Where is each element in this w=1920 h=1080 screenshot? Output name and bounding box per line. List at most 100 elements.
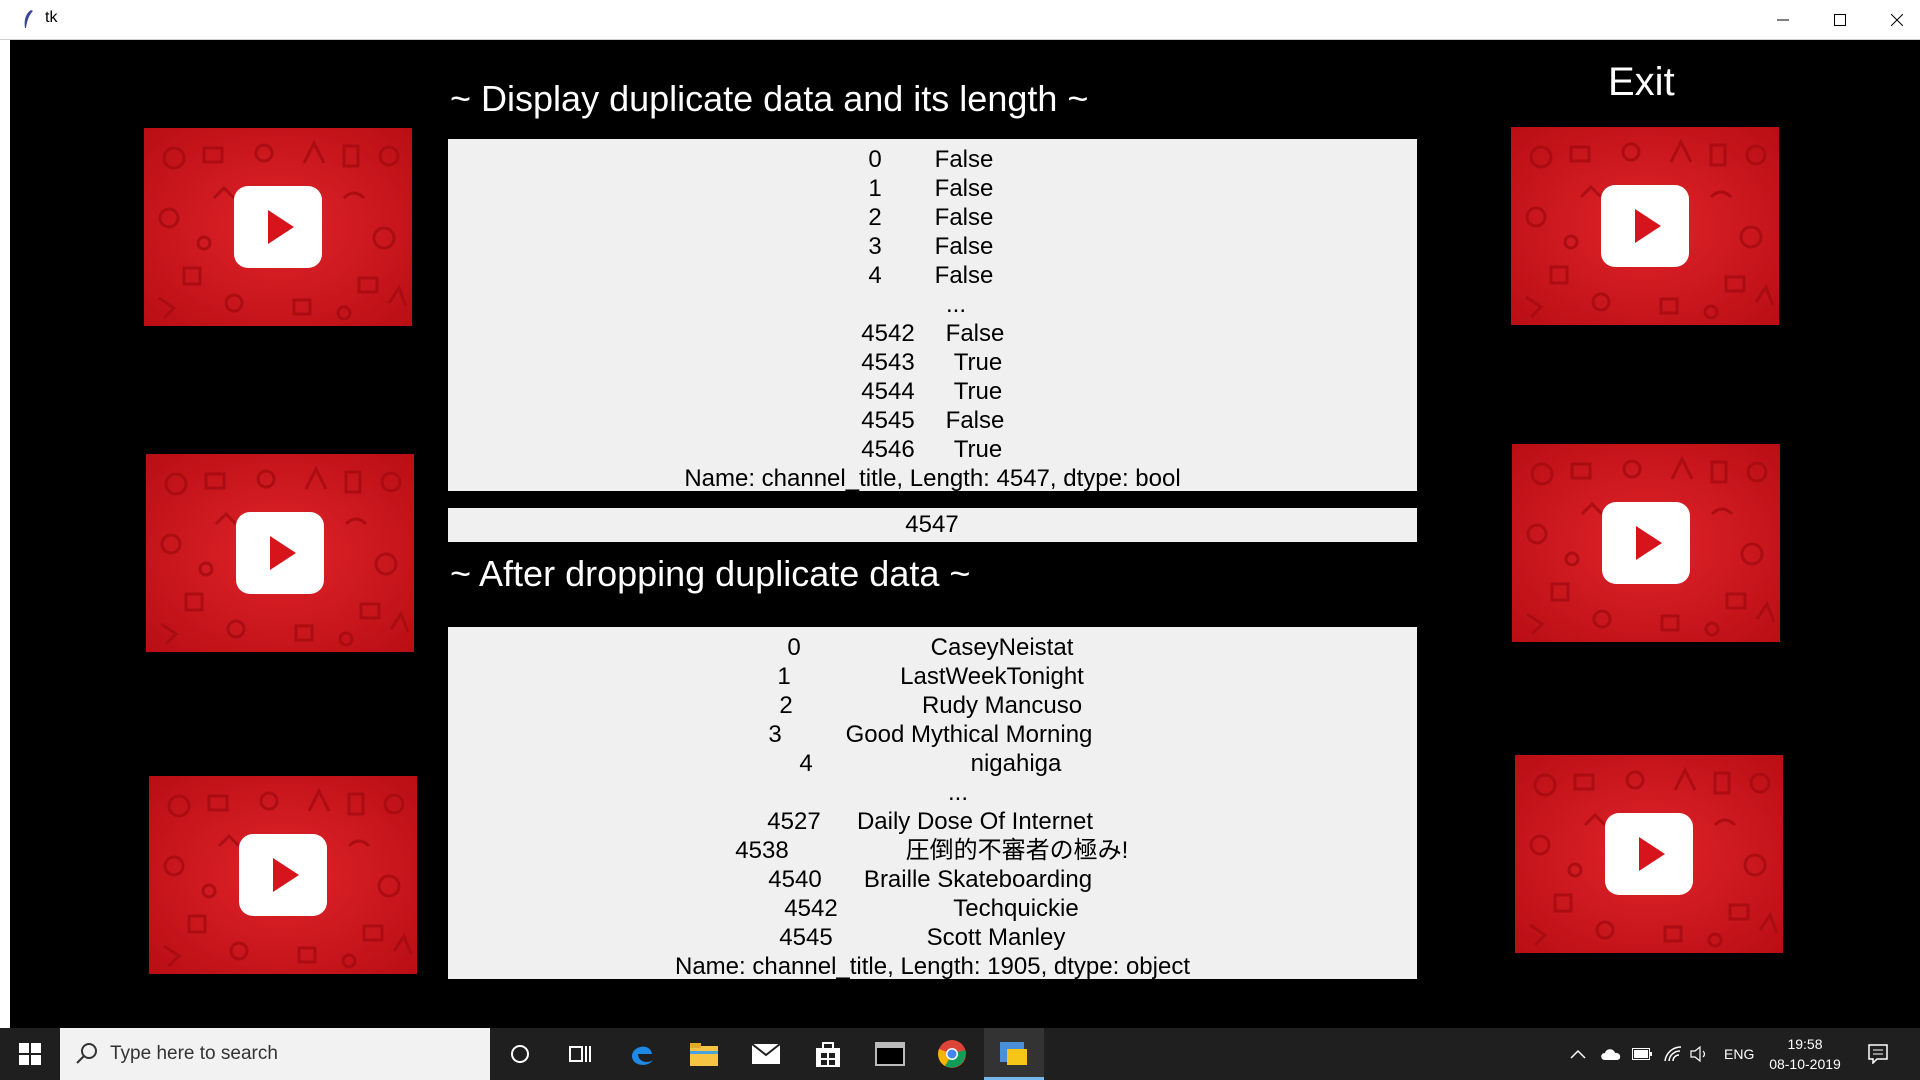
taskbar-search-box[interactable]: Type here to search bbox=[60, 1028, 490, 1080]
title-bar[interactable]: tk bbox=[0, 0, 1920, 40]
store-button[interactable] bbox=[798, 1028, 858, 1080]
youtube-thumbnail bbox=[149, 776, 417, 974]
series-footer: Name: channel_title, Length: 1905, dtype… bbox=[674, 953, 1190, 980]
row-value: CaseyNeistat bbox=[930, 634, 1074, 661]
row-index: 4542 bbox=[861, 320, 915, 347]
task-view-button[interactable] bbox=[550, 1028, 610, 1080]
table-row: 2 False bbox=[448, 203, 1417, 232]
row-value: ... bbox=[945, 291, 967, 318]
row-index: 4545 bbox=[861, 407, 915, 434]
file-explorer-button[interactable] bbox=[674, 1028, 734, 1080]
edge-button[interactable] bbox=[612, 1028, 672, 1080]
dropped-heading: ~ After dropping duplicate data ~ bbox=[450, 553, 971, 594]
clock-time: 19:58 bbox=[1787, 1036, 1823, 1052]
window-title: tk bbox=[45, 9, 58, 26]
onedrive-tray[interactable] bbox=[1600, 1028, 1622, 1080]
row-value: ... bbox=[947, 779, 969, 806]
duplicate-heading: ~ Display duplicate data and its length … bbox=[450, 78, 1089, 119]
youtube-thumbnail bbox=[1511, 127, 1779, 325]
wifi-icon bbox=[1664, 1046, 1682, 1062]
mail-icon bbox=[751, 1043, 781, 1064]
row-index: 1 bbox=[777, 663, 791, 690]
play-icon bbox=[1515, 755, 1783, 953]
cortana-button[interactable] bbox=[490, 1028, 550, 1080]
chevron-up-icon bbox=[1570, 1049, 1586, 1059]
row-index: 3 bbox=[868, 233, 882, 260]
table-row: 4544 True bbox=[448, 377, 1417, 406]
action-center-button[interactable] bbox=[1868, 1028, 1888, 1080]
start-button[interactable] bbox=[0, 1028, 60, 1080]
table-row: 4542 Techquickie bbox=[448, 894, 1417, 923]
close-button[interactable] bbox=[1868, 0, 1920, 39]
python-icon bbox=[1000, 1041, 1027, 1065]
table-row: 4538 圧倒的不審者の極み! bbox=[448, 836, 1417, 865]
table-row: 1 False bbox=[448, 174, 1417, 203]
row-value: False bbox=[934, 262, 994, 289]
table-row: 0 False bbox=[448, 145, 1417, 174]
row-value: True bbox=[953, 436, 1003, 463]
clock-date: 08-10-2019 bbox=[1769, 1056, 1841, 1072]
row-index: 4540 bbox=[768, 866, 822, 893]
youtube-thumbnail bbox=[1512, 444, 1780, 642]
cloud-icon bbox=[1601, 1049, 1621, 1060]
battery-icon bbox=[1632, 1048, 1652, 1060]
row-value: Rudy Mancuso bbox=[921, 692, 1083, 719]
play-icon bbox=[1511, 127, 1779, 325]
youtube-thumbnail bbox=[144, 128, 412, 326]
chrome-icon bbox=[938, 1040, 966, 1068]
speaker-icon bbox=[1690, 1046, 1706, 1062]
chrome-button[interactable] bbox=[922, 1028, 982, 1080]
terminal-icon bbox=[875, 1042, 905, 1066]
row-value: False bbox=[934, 204, 994, 231]
mail-button[interactable] bbox=[736, 1028, 796, 1080]
row-value: False bbox=[945, 320, 1005, 347]
row-index: 4545 bbox=[779, 924, 833, 951]
network-tray[interactable] bbox=[1664, 1028, 1682, 1080]
row-index: 4 bbox=[868, 262, 882, 289]
table-row: 4527 Daily Dose Of Internet bbox=[448, 807, 1417, 836]
maximize-icon bbox=[1833, 13, 1846, 26]
folder-icon bbox=[690, 1043, 718, 1066]
row-value: nigahiga bbox=[970, 750, 1062, 777]
show-hidden-icons[interactable] bbox=[1570, 1028, 1586, 1080]
feather-icon bbox=[24, 10, 33, 28]
maximize-button[interactable] bbox=[1811, 0, 1868, 39]
table-row: 4540 Braille Skateboarding bbox=[448, 865, 1417, 894]
row-index: 0 bbox=[868, 146, 882, 173]
row-index: 4 bbox=[799, 750, 813, 777]
taskbar: Type here to search ENG 19:58 08-10-2019 bbox=[0, 1028, 1920, 1080]
battery-tray[interactable] bbox=[1632, 1028, 1652, 1080]
table-row: 4546 True bbox=[448, 435, 1417, 464]
exit-button[interactable]: Exit bbox=[1608, 60, 1675, 105]
edge-icon bbox=[632, 1046, 653, 1065]
terminal-button[interactable] bbox=[860, 1028, 920, 1080]
play-icon bbox=[1512, 444, 1780, 642]
row-index: 4538 bbox=[735, 837, 789, 864]
row-index: 4527 bbox=[767, 808, 821, 835]
row-value: False bbox=[934, 146, 994, 173]
search-placeholder: Type here to search bbox=[110, 1043, 278, 1064]
notification-icon bbox=[1868, 1044, 1888, 1064]
language-indicator[interactable]: ENG bbox=[1724, 1028, 1754, 1080]
table-row: 1 LastWeekTonight bbox=[448, 662, 1417, 691]
play-icon bbox=[144, 128, 412, 326]
row-value: False bbox=[934, 175, 994, 202]
table-row: 2 Rudy Mancuso bbox=[448, 691, 1417, 720]
row-value: True bbox=[953, 349, 1003, 376]
minimize-button[interactable] bbox=[1754, 0, 1811, 39]
table-row: 3 Good Mythical Morning bbox=[448, 720, 1417, 749]
volume-tray[interactable] bbox=[1690, 1028, 1710, 1080]
clock[interactable]: 19:58 08-10-2019 bbox=[1764, 1034, 1846, 1074]
close-icon bbox=[1890, 13, 1903, 26]
duplicate-data-panel: 0 False 1 False 2 False 3 False 4 False... 4542 Fal… bbox=[448, 139, 1417, 492]
table-row: 4 nigahiga bbox=[448, 749, 1417, 778]
row-value: Braille Skateboarding bbox=[863, 866, 1093, 893]
search-icon bbox=[76, 1043, 97, 1064]
windows-icon bbox=[19, 1043, 41, 1065]
play-icon bbox=[146, 454, 414, 652]
cortana-icon bbox=[511, 1045, 529, 1063]
python-app-button[interactable] bbox=[984, 1028, 1044, 1080]
table-row: ... bbox=[448, 778, 1417, 807]
youtube-thumbnail bbox=[1515, 755, 1783, 953]
row-value: False bbox=[934, 233, 994, 260]
